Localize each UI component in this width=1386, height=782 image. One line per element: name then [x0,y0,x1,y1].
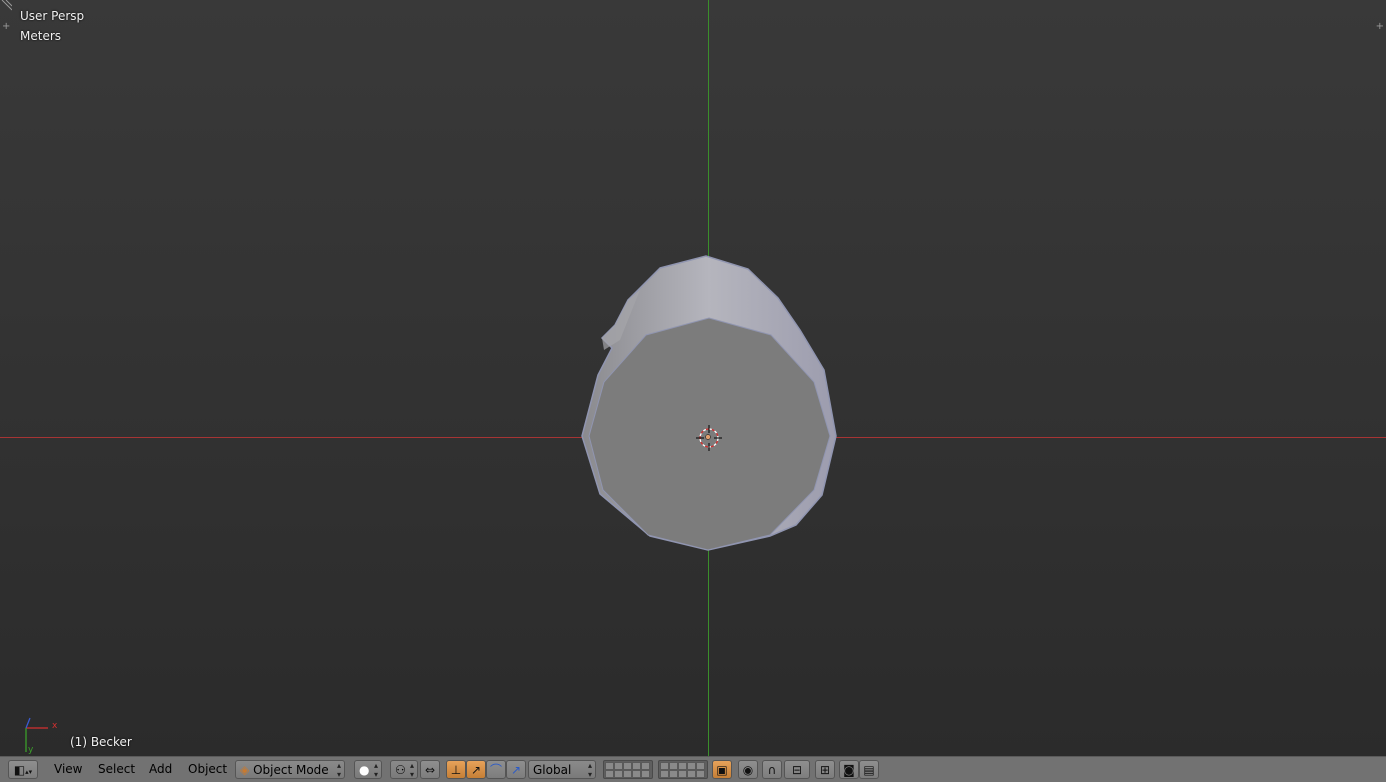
mode-dropdown[interactable]: ◈ Object Mode ▴ ▾ [235,760,345,779]
snap-target-button[interactable]: ⊞ [815,760,835,779]
dropdown-arrows-icon: ▴ ▾ [373,761,378,779]
snap-element-dropdown[interactable]: ⊟ [784,760,810,779]
layer-button[interactable] [687,762,696,770]
active-object-label: (1) Becker [70,735,132,749]
3d-view-header: ◧▴▾ View Select Add Object ◈ Object Mode… [0,756,1386,782]
view-name-label: User Persp [20,9,85,23]
orientation-icon: ↗ [510,763,522,777]
menu-view[interactable]: View [50,760,86,779]
scene-layers-group-2[interactable] [658,760,708,779]
layer-button[interactable] [696,770,705,778]
3d-cursor-icon[interactable] [696,425,722,451]
manipulator-toggle-button[interactable]: ⇔ [420,760,440,779]
gizmo-y-label: y [28,745,34,755]
rotate-icon: ↗ [470,763,482,777]
pivot-point-icon: ⚇ [395,763,406,777]
layer-button[interactable] [696,762,705,770]
lock-camera-button[interactable]: ▣ [712,760,732,779]
clapper-icon: ▤ [863,763,875,777]
dropdown-arrows-icon: ▴ ▾ [587,761,592,779]
layer-button[interactable] [669,762,678,770]
axis-gizmo: x y [25,717,58,755]
layer-button[interactable] [632,770,641,778]
object-mode-icon: ◈ [240,763,250,777]
layer-button[interactable] [614,770,623,778]
layer-button[interactable] [678,770,687,778]
solid-shading-icon: ● [359,763,370,777]
lock-camera-icon: ▣ [716,763,728,777]
menu-object[interactable]: Object [184,760,231,779]
shading-dropdown[interactable]: ● ▴ ▾ [354,760,382,779]
pivot-dropdown[interactable]: ⚇ ▴ ▾ [390,760,418,779]
layer-button[interactable] [641,770,650,778]
snap-toggle-button[interactable]: ∩ [762,760,782,779]
3d-view-icon: ◧ [13,763,26,777]
render-animation-button[interactable]: ▤ [859,760,879,779]
scene-layers-group-1[interactable] [603,760,653,779]
render-button[interactable]: ◙ [839,760,859,779]
proportional-edit-button[interactable]: ◉ [738,760,758,779]
layer-button[interactable] [605,770,614,778]
orientation-label: Global [533,763,572,777]
layer-button[interactable] [660,762,669,770]
snap-element-icon: ⊟ [791,763,803,777]
manipulator-toggle-icon: ⇔ [424,763,436,777]
translate-icon: ⊥ [450,763,462,777]
3d-viewport[interactable]: User Persp Meters (1) Becker + + x y [0,0,1386,756]
mode-label: Object Mode [253,763,329,777]
area-split-handle-right[interactable]: + [1376,21,1384,32]
scale-button[interactable]: ⌒ [486,760,506,779]
layer-button[interactable] [614,762,623,770]
menu-add[interactable]: Add [145,760,176,779]
transform-orientation-icon-button[interactable]: ↗ [506,760,526,779]
translate-button[interactable]: ⊥ [446,760,466,779]
snap-target-icon: ⊞ [819,763,831,777]
layer-button[interactable] [660,770,669,778]
layer-button[interactable] [669,770,678,778]
dropdown-arrows-icon: ▴ ▾ [336,761,341,779]
scale-icon: ⌒ [489,763,502,777]
gizmo-x-label: x [52,721,58,731]
render-icon: ◙ [843,763,855,777]
proportional-edit-icon: ◉ [742,763,754,777]
layer-button[interactable] [641,762,650,770]
orientation-dropdown[interactable]: Global ▴ ▾ [528,760,596,779]
layer-button[interactable] [632,762,641,770]
layer-button[interactable] [623,762,632,770]
units-label: Meters [20,29,62,43]
rotate-button[interactable]: ↗ [466,760,486,779]
magnet-icon: ∩ [767,763,777,777]
layer-button[interactable] [605,762,614,770]
area-split-handle-left[interactable]: + [2,21,10,32]
layer-button[interactable] [687,770,696,778]
becker-mesh[interactable] [0,0,1386,756]
menu-select[interactable]: Select [94,760,139,779]
editor-type-button[interactable]: ◧▴▾ [8,760,38,779]
dropdown-arrows-icon: ▴ ▾ [409,761,414,779]
layer-button[interactable] [678,762,687,770]
layer-button[interactable] [623,770,632,778]
